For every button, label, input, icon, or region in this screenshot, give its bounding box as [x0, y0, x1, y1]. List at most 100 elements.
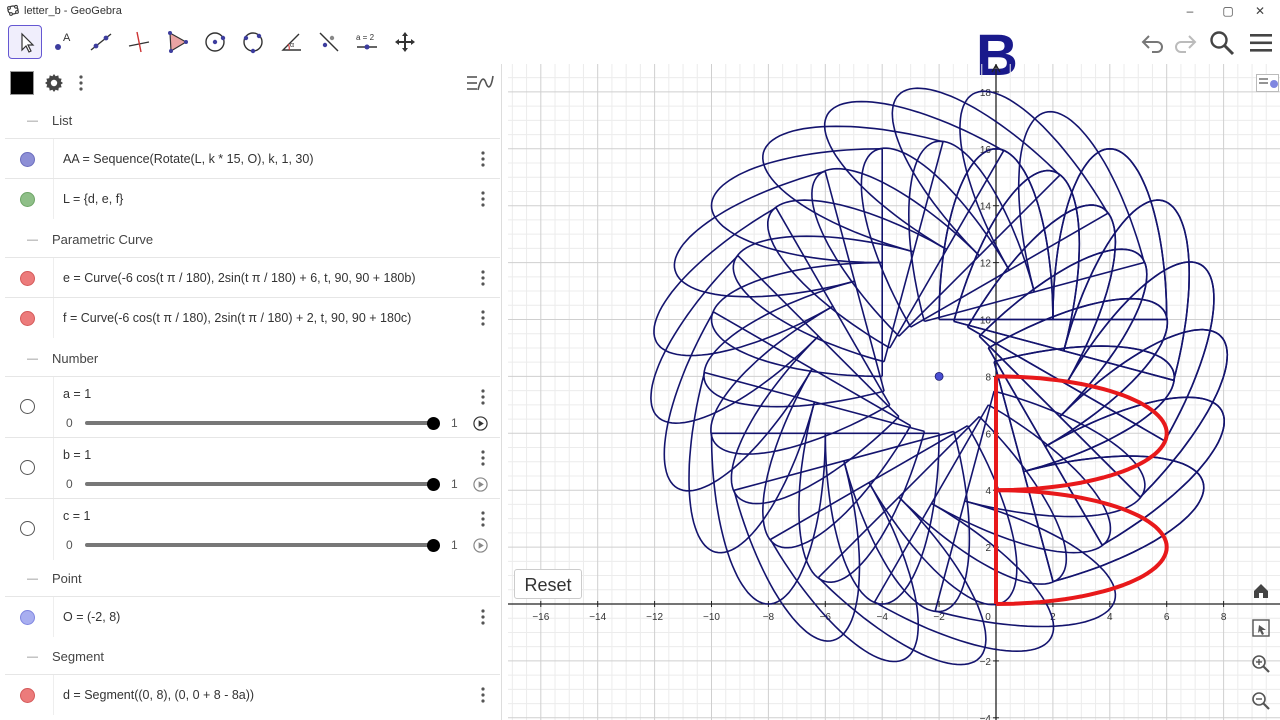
visibility-toggle[interactable] [20, 460, 35, 475]
close-button[interactable]: ✕ [1245, 2, 1275, 20]
group-header-number[interactable]: — Number [0, 340, 500, 376]
polygon-tool[interactable] [160, 25, 194, 59]
slider-handle[interactable] [427, 539, 440, 552]
visibility-toggle[interactable] [20, 399, 35, 414]
slider-tool[interactable]: a = 2 [350, 25, 384, 59]
slider-expression[interactable]: a = 1 [63, 387, 91, 401]
algebra-view-options-icon[interactable] [466, 73, 494, 93]
point-tool[interactable]: A [46, 25, 80, 59]
move-graphics-view-tool[interactable] [388, 25, 422, 59]
collapse-icon[interactable]: — [27, 651, 38, 663]
more-options-icon[interactable] [480, 511, 486, 527]
visibility-toggle[interactable] [20, 521, 35, 536]
tick-labels: −16 −14 −12 −10 −8 −6 −4 −2 0 2 4 6 818161412108642−… [532, 88, 1227, 720]
perpendicular-line-tool[interactable] [122, 25, 156, 59]
expression[interactable]: O = (-2, 8) [63, 610, 120, 624]
line-tool[interactable] [84, 25, 118, 59]
graphics-view[interactable]: −16 −14 −12 −10 −8 −6 −4 −2 0 2 4 6 8 18 16 14 12 10 8 6 4 2−… [508, 64, 1280, 720]
slider-row-a[interactable]: a = 1 0 1 [5, 376, 500, 438]
slider-max: 1 [451, 477, 458, 491]
y-tick-label: −4 [980, 714, 992, 720]
expression[interactable]: AA = Sequence(Rotate(L, k * 15, O), k, 1… [63, 152, 313, 166]
group-name: Segment [52, 649, 105, 664]
slider-expression[interactable]: c = 1 [63, 509, 90, 523]
group-header-list[interactable]: — List [0, 102, 500, 138]
slider-row-c[interactable]: c = 1 0 1 [5, 498, 500, 560]
zoom-in-icon[interactable] [1250, 653, 1272, 675]
visibility-toggle[interactable] [20, 271, 35, 286]
expression[interactable]: d = Segment((0, 8), (0, 0 + 8 - 8a)) [63, 688, 254, 702]
center-point-O[interactable] [934, 371, 944, 381]
algebra-row-f[interactable]: f = Curve(-6 cos(t π / 180), 2sin(t π / … [5, 297, 500, 338]
slider-track[interactable] [85, 482, 433, 486]
more-options-icon[interactable] [480, 310, 486, 326]
collapse-icon[interactable]: — [27, 234, 38, 246]
slider-handle[interactable] [427, 478, 440, 491]
reset-button[interactable]: Reset [514, 569, 582, 599]
circle-three-points-tool[interactable] [236, 25, 270, 59]
collapse-icon[interactable]: — [27, 353, 38, 365]
algebra-menu-icon[interactable] [77, 75, 85, 91]
slider-track[interactable] [85, 421, 433, 425]
collapse-icon[interactable]: — [27, 573, 38, 585]
more-options-icon[interactable] [480, 389, 486, 405]
slider-min: 0 [66, 538, 73, 552]
visibility-toggle[interactable] [20, 311, 35, 326]
minimize-button[interactable]: – [1175, 2, 1205, 20]
more-options-icon[interactable] [480, 151, 486, 167]
reflect-about-line-tool[interactable] [312, 25, 346, 59]
slider-handle[interactable] [427, 417, 440, 430]
expression[interactable]: L = {d, e, f} [63, 192, 123, 206]
algebra-row-O[interactable]: O = (-2, 8) [5, 596, 500, 637]
undo-icon[interactable] [1140, 30, 1166, 56]
fullscreen-icon[interactable] [1250, 617, 1272, 639]
visibility-toggle[interactable] [20, 192, 35, 207]
algebra-header [0, 64, 502, 102]
more-options-icon[interactable] [480, 450, 486, 466]
algebra-row-AA[interactable]: AA = Sequence(Rotate(L, k * 15, O), k, 1… [5, 138, 500, 179]
slider-expression[interactable]: b = 1 [63, 448, 91, 462]
rotated-letter-path [953, 169, 1081, 352]
main-menu-icon[interactable] [1248, 32, 1274, 54]
collapse-icon[interactable]: — [27, 115, 38, 127]
search-icon[interactable] [1208, 29, 1236, 57]
algebra-row-e[interactable]: e = Curve(-6 cos(t π / 180), 2sin(t π / … [5, 257, 500, 298]
group-name: Point [52, 571, 82, 586]
play-icon[interactable] [473, 416, 488, 431]
group-header-point[interactable]: — Point [0, 560, 500, 596]
graphics-style-bar-icon[interactable] [1256, 70, 1280, 96]
home-icon[interactable] [1250, 580, 1272, 602]
algebra-row-d[interactable]: d = Segment((0, 8), (0, 0 + 8 - 8a)) [5, 674, 500, 715]
slider-row-b[interactable]: b = 1 0 1 [5, 437, 500, 499]
redo-icon[interactable] [1172, 30, 1198, 56]
visibility-toggle[interactable] [20, 152, 35, 167]
algebra-row-L[interactable]: L = {d, e, f} [5, 178, 500, 219]
slider-max: 1 [451, 538, 458, 552]
color-picker-button[interactable] [10, 71, 34, 95]
visibility-toggle[interactable] [20, 610, 35, 625]
slider-tool-label: a = 2 [356, 33, 375, 42]
more-options-icon[interactable] [480, 191, 486, 207]
move-tool[interactable] [8, 25, 42, 59]
group-header-segment[interactable]: — Segment [0, 638, 500, 674]
zoom-out-icon[interactable] [1250, 690, 1272, 712]
play-icon[interactable] [473, 477, 488, 492]
expression[interactable]: e = Curve(-6 cos(t π / 180), 2sin(t π / … [63, 271, 416, 285]
expression[interactable]: f = Curve(-6 cos(t π / 180), 2sin(t π / … [63, 311, 411, 325]
gear-icon[interactable] [42, 71, 66, 95]
play-icon[interactable] [473, 538, 488, 553]
angle-icon: α [281, 33, 301, 51]
maximize-button[interactable]: ▢ [1213, 2, 1243, 20]
more-options-icon[interactable] [480, 270, 486, 286]
more-options-icon[interactable] [480, 609, 486, 625]
group-header-parametric-curve[interactable]: — Parametric Curve [0, 221, 500, 257]
graphics-canvas[interactable]: −16 −14 −12 −10 −8 −6 −4 −2 0 2 4 6 818161412108642−… [508, 64, 1280, 720]
slider-track[interactable] [85, 543, 433, 547]
circle-center-point-tool[interactable] [198, 25, 232, 59]
angle-tool[interactable]: α [274, 25, 308, 59]
x-tick-label: −8 [763, 612, 775, 623]
more-options-icon[interactable] [480, 687, 486, 703]
svg-text:α: α [290, 42, 294, 49]
visibility-column [5, 499, 54, 560]
visibility-toggle[interactable] [20, 688, 35, 703]
